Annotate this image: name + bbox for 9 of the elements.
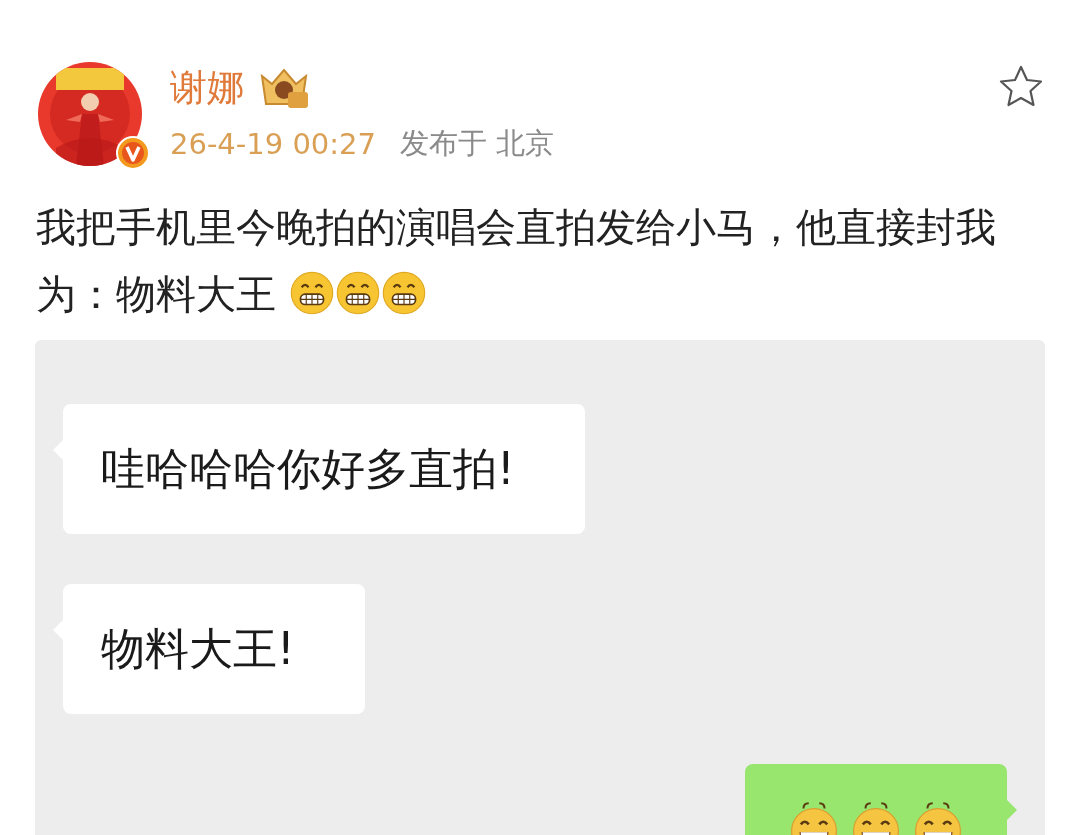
post-time: 26-4-19 00:27 (170, 127, 376, 161)
grinning-face-icon (288, 270, 335, 316)
received-message-bubble: 哇哈哈哈你好多直拍! (63, 404, 585, 534)
post-location: 发布于 北京 (400, 125, 555, 162)
received-message-bubble: 物料大王! (63, 584, 365, 714)
grinning-face-icon (334, 270, 381, 316)
post-text: 我把手机里今晚拍的演唱会直拍发给小马，他直接封我为：物料大王 (35, 203, 997, 319)
author-name[interactable]: 谢娜 (170, 66, 244, 110)
grinning-face-icon (380, 270, 427, 316)
